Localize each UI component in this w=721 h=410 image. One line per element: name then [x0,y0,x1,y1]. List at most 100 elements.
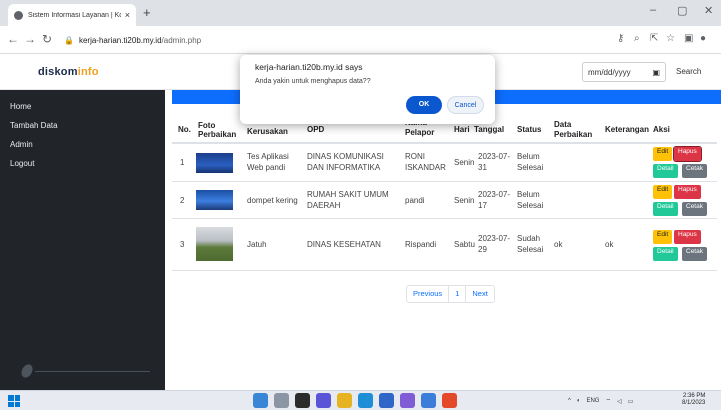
new-tab-button[interactable]: + [143,5,151,20]
confirm-dialog: kerja-harian.ti20b.my.id says Anda yakin… [240,55,495,124]
minimize-icon[interactable]: – [650,4,656,16]
windows-start-icon[interactable] [8,395,20,407]
site-logo[interactable]: diskominfo [38,66,99,78]
calendar-icon[interactable]: ▣ [652,68,660,77]
app-icon[interactable] [421,393,436,408]
edit-button[interactable]: Edit [653,147,673,161]
cell-opd-1: RUMAH SAKIT UMUM [307,190,389,199]
edit-button[interactable]: Edit [653,230,673,244]
cell-tanggal-1: 2023-07- [478,152,511,161]
cell-no: 1 [180,158,185,167]
tray-app-icon[interactable]: ◐ [577,398,581,404]
clock[interactable]: 2:36 PM 8/1/2023 [682,393,705,407]
delete-button[interactable]: Hapus [673,146,702,162]
repair-photo[interactable] [196,227,233,261]
date-placeholder: mm/dd/yyyy [588,67,631,77]
pagination-page-1[interactable]: 1 [449,286,467,302]
dialog-message: Anda yakin untuk menghapus data?? [255,78,371,85]
cell-status-2: Selesai [517,163,544,172]
detail-button[interactable]: Detail [653,247,678,261]
zoom-icon[interactable]: ⌕ [634,33,640,44]
cell-status-2: Selesai [517,245,544,254]
print-button[interactable]: Cetak [682,202,707,216]
print-button[interactable]: Cetak [682,247,707,261]
data-table: No. Foto Perbaikan Jenis Kerusakan OPD N… [172,114,717,271]
store-icon[interactable] [379,393,394,408]
url-field[interactable]: 🔒 kerja-harian.ti20b.my.id/admin.php [64,30,584,50]
edit-button[interactable]: Edit [653,185,673,199]
url-domain: kerja-harian.ti20b.my.id [78,35,162,45]
battery-icon[interactable]: ▭ [628,398,634,405]
cell-opd-1: DINAS KOMUNIKASI [307,152,384,161]
dialog-cancel-button[interactable]: Cancel [447,96,484,114]
table-row: 2 dompet kering RUMAH SAKIT UMUM DAERAH … [172,182,717,219]
chat-icon[interactable] [316,393,331,408]
repair-photo[interactable] [196,190,233,210]
star-icon[interactable]: ☆ [666,33,675,44]
cell-jenis-1: Jatuh [247,240,267,249]
col-foto-1: Foto [198,121,216,130]
taskbar-apps [253,393,457,408]
key-icon[interactable]: ⚷ [617,33,624,44]
wifi-icon[interactable]: ⌔ [605,397,611,405]
print-button[interactable]: Cetak [682,164,707,178]
cell-tanggal-1: 2023-07- [478,190,511,199]
col-data-1: Data [554,120,572,129]
sidebar-item-admin[interactable]: Admin [0,135,165,154]
col-jenis-2: Kerusakan [247,127,288,136]
share-icon[interactable]: ⇱ [650,33,658,44]
cell-jenis-1: Tes Aplikasi [247,152,289,161]
cell-nama-1: pandi [405,196,425,205]
search-icon[interactable] [274,393,289,408]
cell-jenis-2: Web pandi [247,163,286,172]
col-foto-2: Perbaikan [198,130,237,139]
profile-icon[interactable]: ● [700,33,706,44]
cell-opd-2: DAN INFORMATIKA [307,163,381,172]
reload-icon[interactable]: ↻ [42,32,52,46]
clock-date: 8/1/2023 [682,400,706,406]
forward-icon[interactable]: → [24,32,36,46]
dialog-title: kerja-harian.ti20b.my.id says [255,62,363,72]
language-indicator[interactable]: ENG [586,398,599,404]
date-input[interactable]: mm/dd/yyyy ▣ [582,62,666,82]
col-tanggal: Tanggal [474,125,505,134]
sidepanel-icon[interactable]: ▣ [684,33,693,44]
edge-icon[interactable] [358,393,373,408]
maximize-icon[interactable]: ▢ [677,4,687,17]
col-aksi: Aksi [653,125,670,134]
detail-button[interactable]: Detail [653,202,678,216]
sidebar-item-home[interactable]: Home [0,97,165,116]
repair-photo[interactable] [196,153,233,173]
search-button[interactable]: Search [676,67,701,76]
cell-tanggal-2: 31 [478,163,487,172]
detail-button[interactable]: Detail [653,164,678,178]
cell-opd-1: DINAS KESEHATAN [307,240,381,249]
window-close-icon[interactable]: ✕ [704,4,713,17]
cell-nama-1: Rispandi [405,240,437,249]
back-icon[interactable]: ← [7,32,19,46]
file-explorer-icon[interactable] [337,393,352,408]
volume-icon[interactable]: ◁ [617,398,622,405]
sidebar-item-logout[interactable]: Logout [0,154,165,173]
app-icon[interactable] [400,393,415,408]
tray-chevron-icon[interactable]: ^ [568,398,571,404]
cell-status-1: Belum [517,190,540,199]
site-favicon-icon [14,10,23,20]
cell-jenis-1: dompet kering [247,196,298,205]
sidebar-divider [35,371,150,372]
pagination-previous[interactable]: Previous [407,286,450,302]
start-menu-icon[interactable] [253,393,268,408]
chrome-icon[interactable] [442,393,457,408]
delete-button[interactable]: Hapus [674,230,701,244]
sidebar-item-tambah-data[interactable]: Tambah Data [0,116,165,135]
browser-tab[interactable]: Sistem Informasi Layanan | Komi × [8,4,136,26]
pagination-next[interactable]: Next [466,286,493,302]
cell-tanggal-2: 17 [478,201,487,210]
col-keterangan: Keterangan [605,125,650,134]
tab-close-icon[interactable]: × [125,10,130,20]
cell-opd-2: DAERAH [307,201,341,210]
task-view-icon[interactable] [295,393,310,408]
dialog-ok-button[interactable]: OK [406,96,442,114]
delete-button[interactable]: Hapus [674,185,701,199]
cell-keterangan: ok [605,240,614,249]
